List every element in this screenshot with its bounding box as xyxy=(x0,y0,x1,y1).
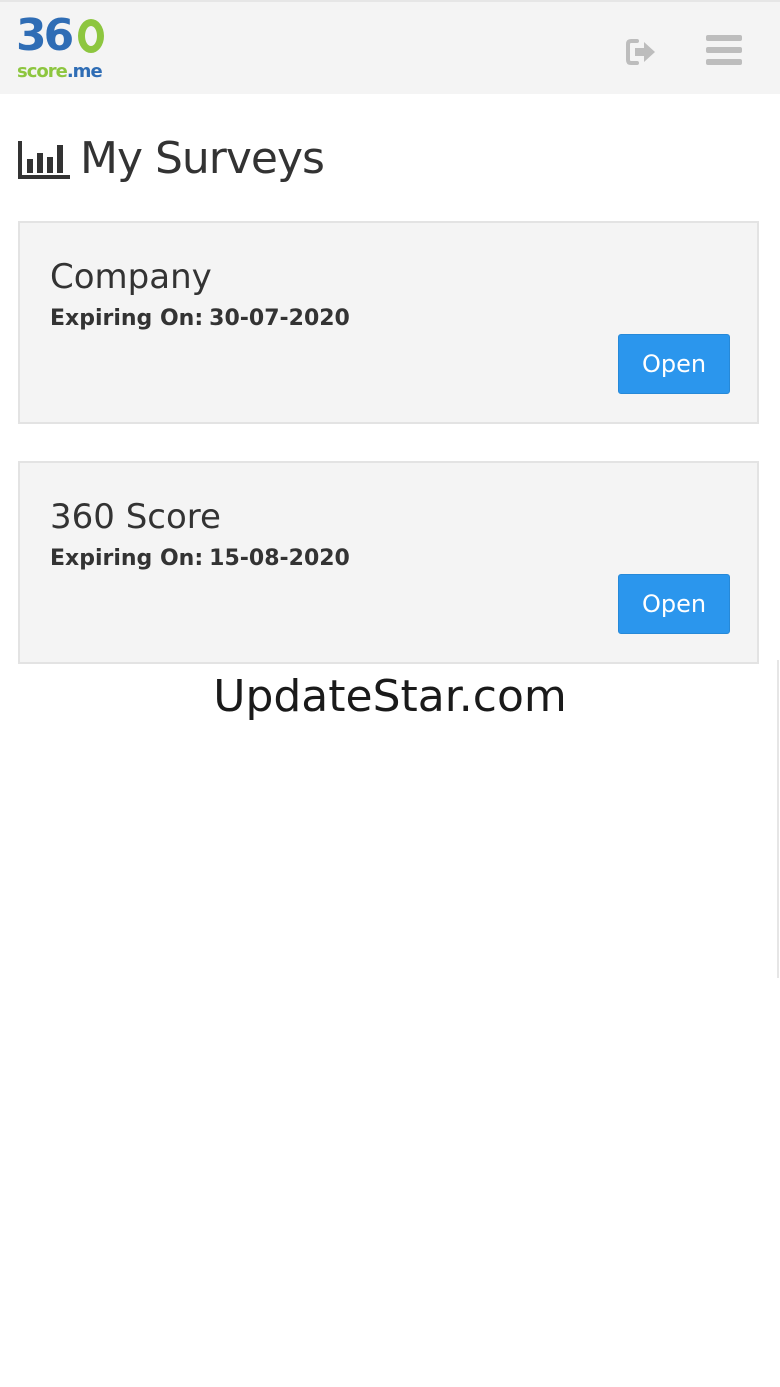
hamburger-menu-icon[interactable] xyxy=(706,34,744,66)
app-logo[interactable]: 36 score.me xyxy=(16,10,116,88)
bar-chart-icon xyxy=(18,141,70,179)
logo-wordmark: score.me xyxy=(17,61,103,83)
expiry-date: 30-07-2020 xyxy=(209,306,350,331)
expiry-date: 15-08-2020 xyxy=(209,546,350,571)
expiry-label: Expiring On: xyxy=(50,546,204,571)
top-bar: 36 score.me xyxy=(0,0,780,94)
menu-bar-icon xyxy=(706,59,742,65)
scroll-edge-divider xyxy=(777,660,779,978)
survey-expiry: Expiring On: 15-08-2020 xyxy=(50,545,350,573)
logo-score-text: score xyxy=(17,61,68,82)
survey-name: Company xyxy=(50,257,212,297)
page-title: My Surveys xyxy=(18,128,325,188)
survey-card: 360 Score Expiring On: 15-08-2020 Open xyxy=(18,461,759,664)
sign-out-icon[interactable] xyxy=(626,38,658,66)
logo-me-text: .me xyxy=(66,61,103,82)
menu-bar-icon xyxy=(706,35,742,41)
survey-card: Company Expiring On: 30-07-2020 Open xyxy=(18,221,759,424)
logo-ring-icon xyxy=(78,19,104,53)
survey-name: 360 Score xyxy=(50,497,221,537)
open-survey-button[interactable]: Open xyxy=(618,574,730,634)
watermark-text: UpdateStar.com xyxy=(213,671,567,722)
page-title-text: My Surveys xyxy=(80,132,325,184)
open-survey-button[interactable]: Open xyxy=(618,334,730,394)
survey-expiry: Expiring On: 30-07-2020 xyxy=(50,305,350,333)
menu-bar-icon xyxy=(706,47,742,53)
expiry-label: Expiring On: xyxy=(50,306,204,331)
logo-number: 36 xyxy=(16,10,74,61)
